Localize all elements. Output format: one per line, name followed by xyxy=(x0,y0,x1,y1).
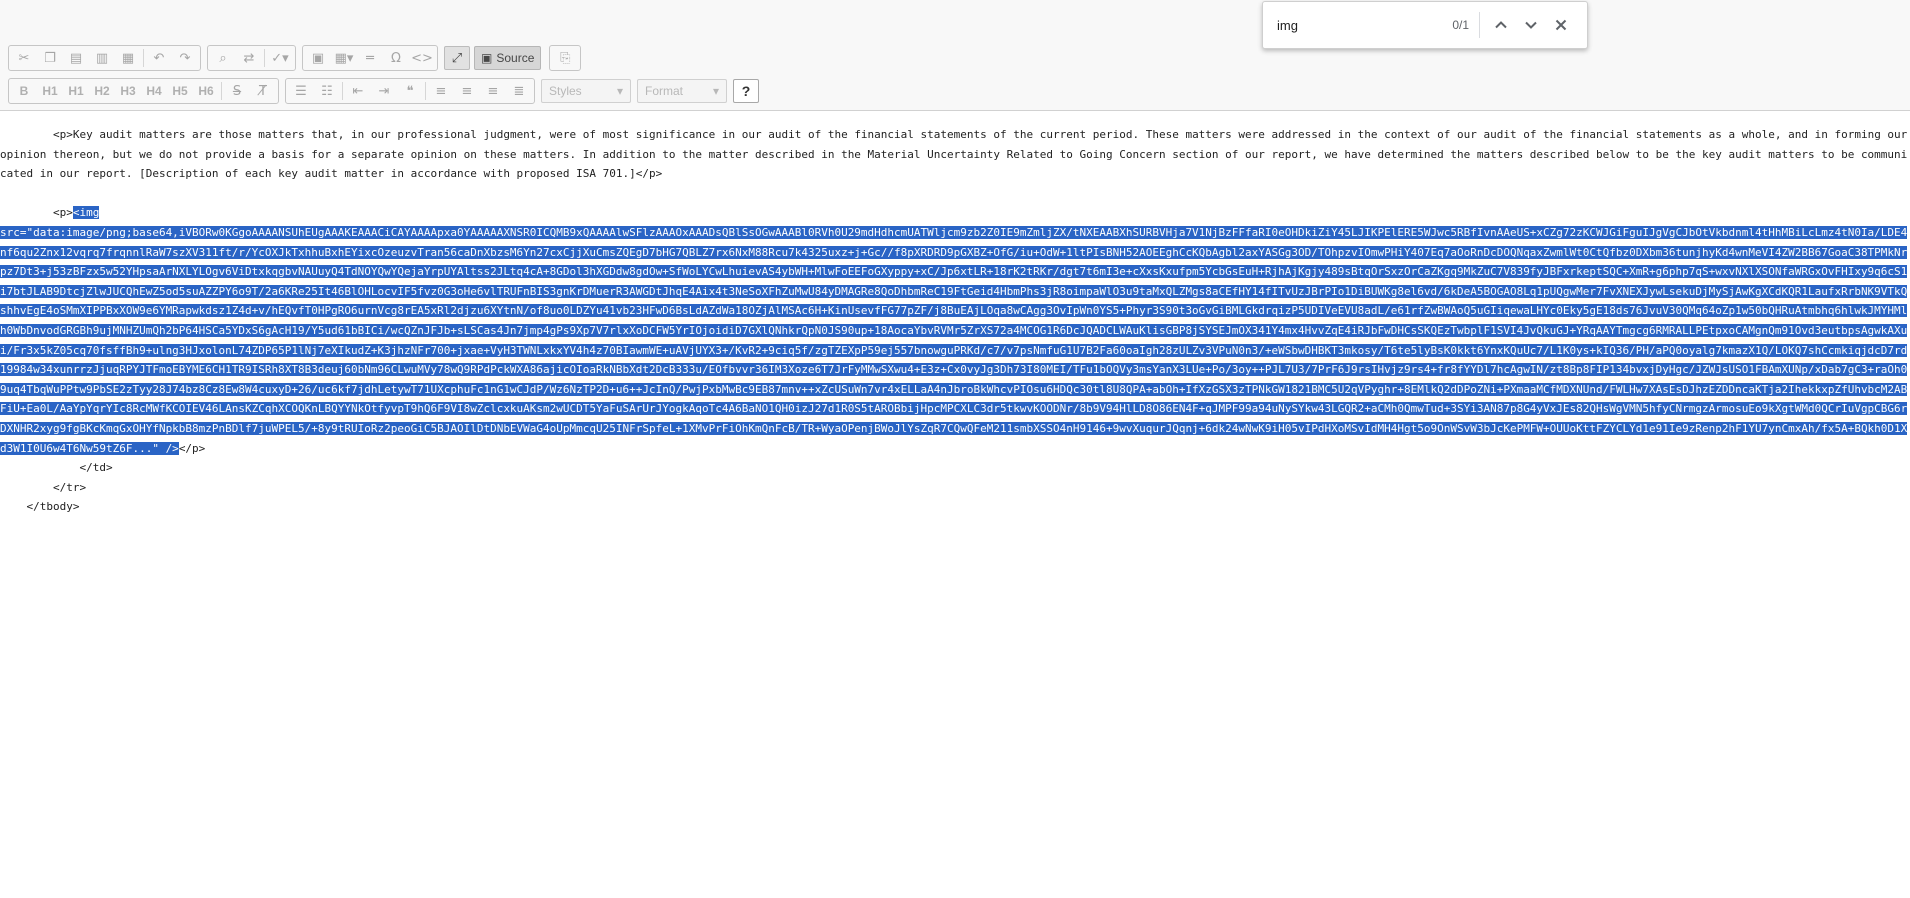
paste-text-icon[interactable]: ▥ xyxy=(89,46,115,70)
h2-button[interactable]: H2 xyxy=(89,79,115,103)
cut-icon[interactable]: ✂ xyxy=(11,46,37,70)
img-paragraph-close: </p> xyxy=(178,441,206,455)
paste-icon[interactable]: ▤ xyxy=(63,46,89,70)
source-icon: ▣ xyxy=(481,51,493,65)
paste-word-icon[interactable]: ▦ xyxy=(115,46,141,70)
source-editor[interactable]: <p>Key audit matters are those matters t… xyxy=(0,125,1910,517)
strikethrough-icon[interactable]: S̶ xyxy=(224,79,250,103)
chevron-down-icon: ▾ xyxy=(712,84,719,98)
indent-icon[interactable]: ⇥ xyxy=(371,79,397,103)
find-next-button[interactable] xyxy=(1516,10,1546,40)
h5-button[interactable]: H5 xyxy=(167,79,193,103)
help-button[interactable]: ? xyxy=(733,79,759,103)
templates-group: ⎘ xyxy=(549,45,582,71)
selected-img-tag: <img xyxy=(72,206,100,220)
align-left-icon[interactable]: ≡ xyxy=(428,79,454,103)
format-dropdown[interactable]: Format ▾ xyxy=(637,79,727,103)
img-paragraph-prefix: <p> xyxy=(0,206,73,220)
styles-dropdown[interactable]: Styles ▾ xyxy=(541,79,631,103)
img-paragraph: <p><img src="data:image/png;base64,iVBOR… xyxy=(0,203,1910,458)
blockquote-icon[interactable]: ❝ xyxy=(397,79,423,103)
outdent-icon[interactable]: ⇤ xyxy=(345,79,371,103)
find-match-count: 0/1 xyxy=(1452,18,1469,32)
insert-group: ▣ ▦▾ ═ Ω <> xyxy=(302,45,438,71)
format-group: B H1 H1 H2 H3 H4 H5 H6 S̶ T̸ xyxy=(8,78,279,104)
chevron-up-icon xyxy=(1495,21,1507,29)
bold-button[interactable]: B xyxy=(11,79,37,103)
table-icon[interactable]: ▦▾ xyxy=(331,46,357,70)
find-input[interactable] xyxy=(1275,16,1429,34)
bullet-list-icon[interactable]: ☷ xyxy=(314,79,340,103)
separator xyxy=(143,49,144,67)
styles-label: Styles xyxy=(549,84,582,98)
chevron-down-icon: ▾ xyxy=(616,84,623,98)
editor-toolbar: ✂ ❐ ▤ ▥ ▦ ↶ ↷ ⌕ ⇄ ✓▾ ▣ ▦▾ ═ Ω <> ⤢ ▣ Sou… xyxy=(0,0,1910,111)
list-group: ☰ ☷ ⇤ ⇥ ❝ ≡ ≡ ≡ ≣ xyxy=(285,78,535,104)
templates-icon[interactable]: ⎘ xyxy=(552,46,578,70)
find-previous-button[interactable] xyxy=(1486,10,1516,40)
find-close-button[interactable] xyxy=(1546,10,1576,40)
chevron-down-icon xyxy=(1525,21,1537,29)
undo-icon[interactable]: ↶ xyxy=(146,46,172,70)
align-center-icon[interactable]: ≡ xyxy=(454,79,480,103)
align-right-icon[interactable]: ≡ xyxy=(480,79,506,103)
source-label: Source xyxy=(496,51,535,65)
separator xyxy=(221,82,222,100)
separator xyxy=(425,82,426,100)
image-icon[interactable]: ▣ xyxy=(305,46,331,70)
horizontal-line-icon[interactable]: ═ xyxy=(357,46,383,70)
maximize-icon[interactable]: ⤢ xyxy=(444,46,470,70)
h4-button[interactable]: H4 xyxy=(141,79,167,103)
h6-button[interactable]: H6 xyxy=(193,79,219,103)
closing-tags: </td> </tr> </tbody> xyxy=(26,461,113,514)
selected-img-src: src="data:image/png;base64,iVBORw0KGgoAA… xyxy=(0,225,1908,455)
format-label: Format xyxy=(645,84,684,98)
toolbar-row-1: ✂ ❐ ▤ ▥ ▦ ↶ ↷ ⌕ ⇄ ✓▾ ▣ ▦▾ ═ Ω <> ⤢ ▣ Sou… xyxy=(8,44,587,72)
source-button[interactable]: ▣ Source xyxy=(474,46,542,70)
special-char-icon[interactable]: Ω xyxy=(383,46,409,70)
copy-icon[interactable]: ❐ xyxy=(37,46,63,70)
close-icon xyxy=(1555,19,1567,31)
h1-alt-button[interactable]: H1 xyxy=(63,79,89,103)
separator xyxy=(264,49,265,67)
toolbar-row-2: B H1 H1 H2 H3 H4 H5 H6 S̶ T̸ ☰ ☷ ⇤ ⇥ ❝ ≡… xyxy=(8,77,759,105)
key-audit-paragraph: <p>Key audit matters are those matters t… xyxy=(0,128,1908,181)
find-icon[interactable]: ⌕ xyxy=(210,46,236,70)
code-icon[interactable]: <> xyxy=(409,46,435,70)
h1-button[interactable]: H1 xyxy=(37,79,63,103)
replace-icon[interactable]: ⇄ xyxy=(236,46,262,70)
spellcheck-icon[interactable]: ✓▾ xyxy=(267,46,293,70)
align-justify-icon[interactable]: ≣ xyxy=(506,79,532,103)
find-bar: 0/1 xyxy=(1262,1,1588,49)
find-divider xyxy=(1479,12,1480,38)
h3-button[interactable]: H3 xyxy=(115,79,141,103)
numbered-list-icon[interactable]: ☰ xyxy=(288,79,314,103)
clipboard-group: ✂ ❐ ▤ ▥ ▦ ↶ ↷ xyxy=(8,45,201,71)
find-group: ⌕ ⇄ ✓▾ xyxy=(207,45,296,71)
redo-icon[interactable]: ↷ xyxy=(172,46,198,70)
remove-format-icon[interactable]: T̸ xyxy=(250,79,276,103)
separator xyxy=(342,82,343,100)
